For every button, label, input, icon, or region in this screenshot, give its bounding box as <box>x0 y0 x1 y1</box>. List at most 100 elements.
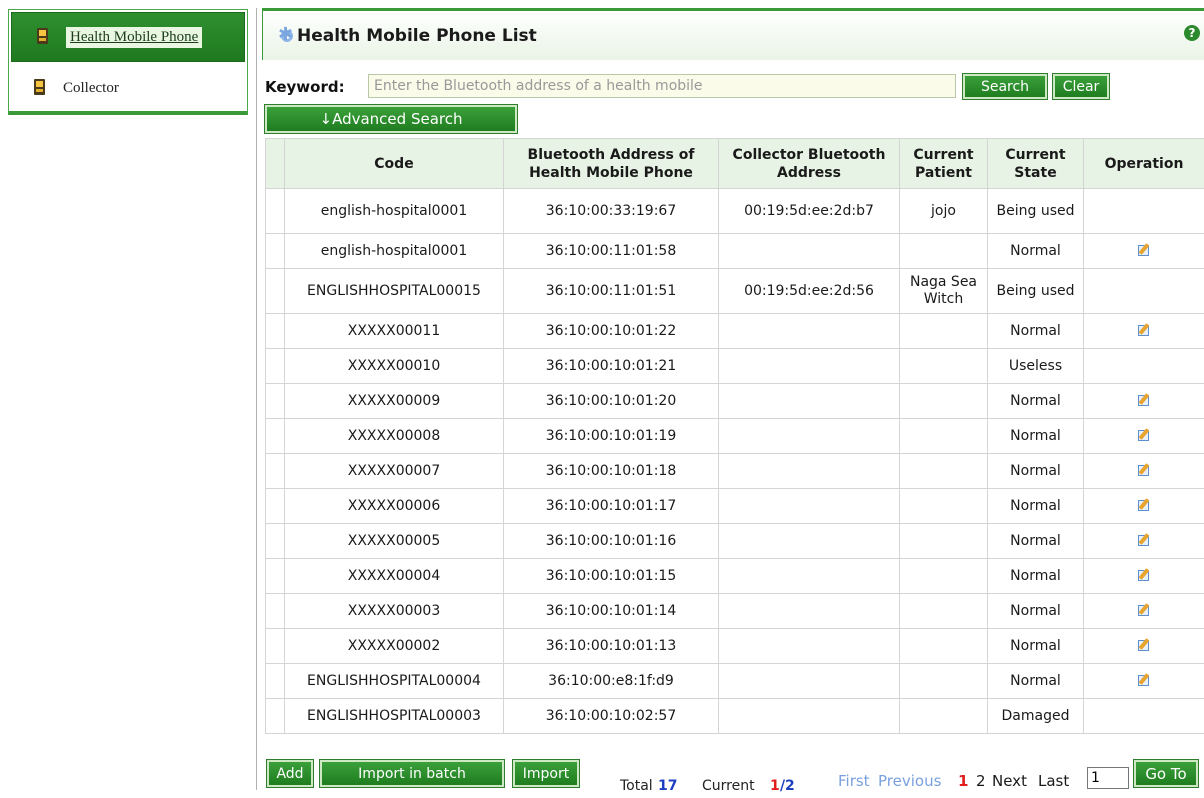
state-cell: Normal <box>988 594 1084 629</box>
code-cell: XXXXX00005 <box>285 524 504 559</box>
total-label: Total <box>620 778 653 794</box>
collector-address-cell <box>719 699 900 734</box>
table-row[interactable]: XXXXX0001136:10:00:10:01:22Normal <box>266 314 1204 349</box>
page-link-1[interactable]: 1 <box>958 772 968 790</box>
edit-icon[interactable] <box>1138 534 1151 547</box>
edit-icon[interactable] <box>1138 464 1151 477</box>
edit-icon[interactable] <box>1138 429 1151 442</box>
state-cell: Normal <box>988 314 1084 349</box>
table-row[interactable]: XXXXX0000936:10:00:10:01:20Normal <box>266 384 1204 419</box>
state-cell: Being used <box>988 189 1084 234</box>
column-header-collector-address[interactable]: Collector Bluetooth Address <box>719 139 900 189</box>
next-page-link[interactable]: Next <box>992 772 1027 790</box>
bluetooth-address-cell: 36:10:00:33:19:67 <box>504 189 719 234</box>
bluetooth-address-cell: 36:10:00:11:01:58 <box>504 234 719 269</box>
edit-icon[interactable] <box>1138 604 1151 617</box>
bluetooth-address-cell: 36:10:00:10:02:57 <box>504 699 719 734</box>
sidebar-item-collector[interactable]: Collector <box>9 64 247 112</box>
edit-icon[interactable] <box>1138 244 1151 257</box>
table-row[interactable]: XXXXX0000436:10:00:10:01:15Normal <box>266 559 1204 594</box>
edit-icon[interactable] <box>1138 499 1151 512</box>
table-header-row: Code Bluetooth Address of Health Mobile … <box>266 139 1204 189</box>
table-row[interactable]: english-hospital000136:10:00:33:19:6700:… <box>266 189 1204 234</box>
state-cell: Normal <box>988 664 1084 699</box>
collector-address-cell: 00:19:5d:ee:2d:b7 <box>719 189 900 234</box>
column-header-current-state[interactable]: Current State <box>988 139 1084 189</box>
panel-header: Health Mobile Phone List ? <box>262 8 1204 60</box>
page-link-2[interactable]: 2 <box>976 772 986 790</box>
row-marker <box>266 559 285 594</box>
phone-icon <box>34 28 52 46</box>
table-row[interactable]: ENGLISHHOSPITAL0001536:10:00:11:01:5100:… <box>266 269 1204 314</box>
state-cell: Damaged <box>988 699 1084 734</box>
operation-cell <box>1084 189 1204 234</box>
state-cell: Normal <box>988 629 1084 664</box>
previous-page-link[interactable]: Previous <box>878 772 941 790</box>
patient-cell <box>900 384 988 419</box>
patient-cell <box>900 454 988 489</box>
footer-bar: Add Import in batch Import Total 17 Curr… <box>262 760 1204 798</box>
clear-button[interactable]: Clear <box>1053 74 1109 99</box>
state-cell: Normal <box>988 524 1084 559</box>
operation-cell <box>1084 664 1204 699</box>
edit-icon[interactable] <box>1138 639 1151 652</box>
bluetooth-address-cell: 36:10:00:10:01:17 <box>504 489 719 524</box>
collector-address-cell <box>719 664 900 699</box>
table-row[interactable]: XXXXX0000336:10:00:10:01:14Normal <box>266 594 1204 629</box>
import-button[interactable]: Import <box>513 760 579 787</box>
add-button[interactable]: Add <box>267 760 313 787</box>
operation-cell <box>1084 699 1204 734</box>
row-marker <box>266 664 285 699</box>
phone-table: Code Bluetooth Address of Health Mobile … <box>265 138 1204 734</box>
column-header-code[interactable]: Code <box>285 139 504 189</box>
operation-cell <box>1084 629 1204 664</box>
gear-icon <box>279 28 295 44</box>
sidebar-item-health-mobile-phone[interactable]: Health Mobile Phone <box>11 12 245 62</box>
search-button[interactable]: Search <box>963 74 1047 99</box>
advanced-search-button[interactable]: ↓Advanced Search <box>265 105 517 133</box>
row-marker <box>266 524 285 559</box>
bluetooth-address-cell: 36:10:00:10:01:16 <box>504 524 719 559</box>
table-row[interactable]: XXXXX0000636:10:00:10:01:17Normal <box>266 489 1204 524</box>
import-in-batch-button[interactable]: Import in batch <box>320 760 504 787</box>
collector-address-cell <box>719 419 900 454</box>
operation-cell <box>1084 349 1204 384</box>
sidebar: Health Mobile Phone Collector <box>8 9 248 115</box>
search-row: Keyword: Search Clear <box>265 74 1204 100</box>
last-page-link[interactable]: Last <box>1038 772 1069 790</box>
table-row[interactable]: XXXXX0001036:10:00:10:01:21Useless <box>266 349 1204 384</box>
patient-cell: Naga Sea Witch <box>900 269 988 314</box>
code-cell: XXXXX00004 <box>285 559 504 594</box>
row-marker <box>266 699 285 734</box>
code-cell: XXXXX00003 <box>285 594 504 629</box>
row-marker <box>266 419 285 454</box>
code-cell: ENGLISHHOSPITAL00004 <box>285 664 504 699</box>
table-row[interactable]: english-hospital000136:10:00:11:01:58Nor… <box>266 234 1204 269</box>
page-number-input[interactable] <box>1087 767 1129 789</box>
operation-cell <box>1084 234 1204 269</box>
row-marker <box>266 454 285 489</box>
table-row[interactable]: XXXXX0000236:10:00:10:01:13Normal <box>266 629 1204 664</box>
code-cell: XXXXX00010 <box>285 349 504 384</box>
edit-icon[interactable] <box>1138 569 1151 582</box>
edit-icon[interactable] <box>1138 324 1151 337</box>
table-row[interactable]: ENGLISHHOSPITAL0000336:10:00:10:02:57Dam… <box>266 699 1204 734</box>
column-header-current-patient[interactable]: Current Patient <box>900 139 988 189</box>
collector-address-cell <box>719 559 900 594</box>
edit-icon[interactable] <box>1138 674 1151 687</box>
table-row[interactable]: XXXXX0000736:10:00:10:01:18Normal <box>266 454 1204 489</box>
go-to-button[interactable]: Go To <box>1134 760 1198 787</box>
sidebar-item-label: Health Mobile Phone <box>66 27 202 48</box>
row-marker <box>266 349 285 384</box>
first-page-link[interactable]: First <box>838 772 870 790</box>
collector-address-cell <box>719 594 900 629</box>
table-row[interactable]: ENGLISHHOSPITAL0000436:10:00:e8:1f:d9Nor… <box>266 664 1204 699</box>
help-icon[interactable]: ? <box>1184 25 1200 41</box>
table-row[interactable]: XXXXX0000836:10:00:10:01:19Normal <box>266 419 1204 454</box>
patient-cell <box>900 629 988 664</box>
edit-icon[interactable] <box>1138 394 1151 407</box>
collector-address-cell <box>719 489 900 524</box>
table-row[interactable]: XXXXX0000536:10:00:10:01:16 Normal <box>266 524 1204 559</box>
column-header-bluetooth-address[interactable]: Bluetooth Address of Health Mobile Phone <box>504 139 719 189</box>
search-input[interactable] <box>368 74 956 98</box>
